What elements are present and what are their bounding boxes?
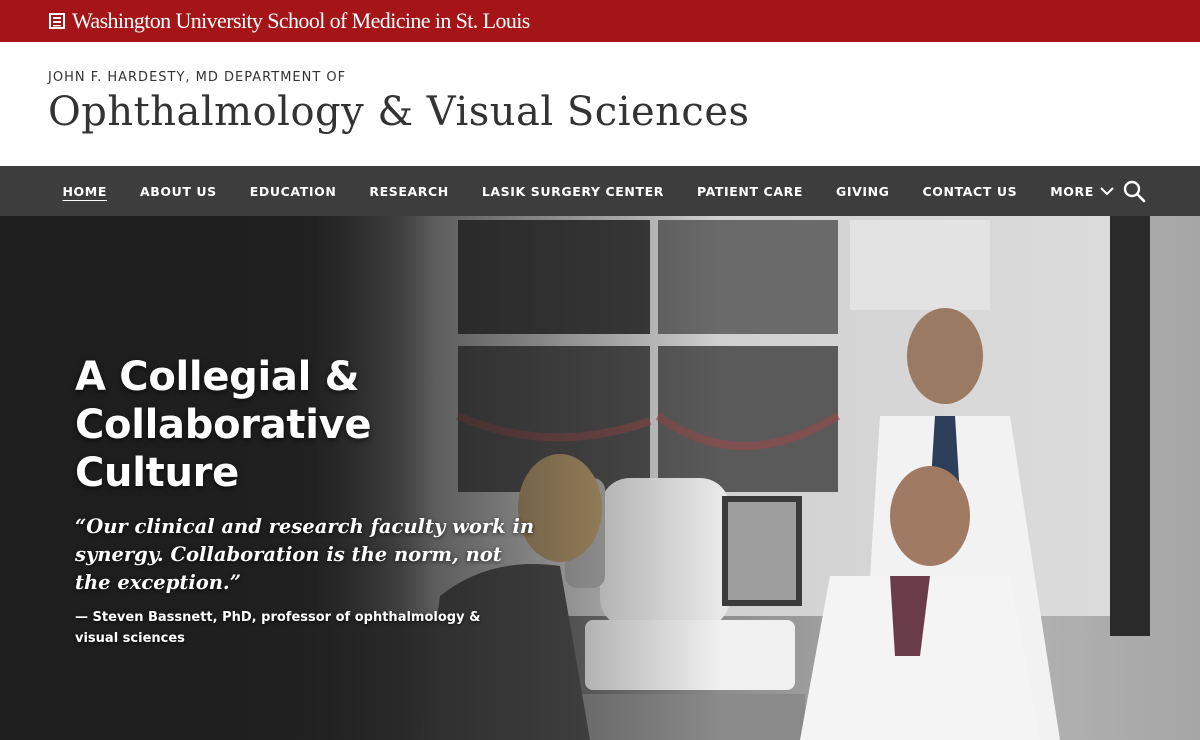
hero-quote: “Our clinical and research faculty work …: [75, 515, 535, 594]
university-header: Washington University School of Medicine…: [0, 0, 1200, 42]
chevron-down-icon: [1100, 186, 1114, 195]
nav-item-giving[interactable]: GIVING: [836, 184, 890, 199]
department-masthead: JOHN F. HARDESTY, MD DEPARTMENT OF Ophth…: [0, 42, 1200, 166]
search-icon[interactable]: [1122, 179, 1146, 203]
hero-heading: A Collegial & Collaborative Culture: [75, 353, 535, 497]
nav-more-label: MORE: [1050, 183, 1094, 199]
nav-item-patient-care[interactable]: PATIENT CARE: [697, 184, 803, 199]
main-nav: HOME ABOUT US EDUCATION RESEARCH LASIK S…: [0, 166, 1200, 216]
hero-text-block: A Collegial & Collaborative Culture “Our…: [75, 353, 535, 649]
hero-heading-line1: A Collegial &: [75, 354, 360, 400]
hero-attribution: — Steven Bassnett, PhD, professor of oph…: [75, 610, 481, 646]
nav-item-home[interactable]: HOME: [63, 184, 107, 199]
nav-item-education[interactable]: EDUCATION: [250, 184, 337, 199]
department-prefix: JOHN F. HARDESTY, MD DEPARTMENT OF: [48, 70, 347, 85]
nav-more-dropdown[interactable]: MORE: [1050, 184, 1114, 199]
university-home-link[interactable]: Washington University School of Medicine…: [72, 8, 530, 34]
nav-item-contact-us[interactable]: CONTACT US: [923, 184, 1018, 199]
university-shield-icon: [49, 13, 65, 29]
hero-heading-line2: Collaborative Culture: [75, 402, 372, 496]
department-title[interactable]: Ophthalmology & Visual Sciences: [48, 89, 1200, 135]
nav-item-about-us[interactable]: ABOUT US: [140, 184, 217, 199]
hero-banner: A Collegial & Collaborative Culture “Our…: [0, 216, 1200, 740]
nav-item-research[interactable]: RESEARCH: [369, 184, 448, 199]
nav-item-lasik-surgery-center[interactable]: LASIK SURGERY CENTER: [482, 184, 664, 199]
